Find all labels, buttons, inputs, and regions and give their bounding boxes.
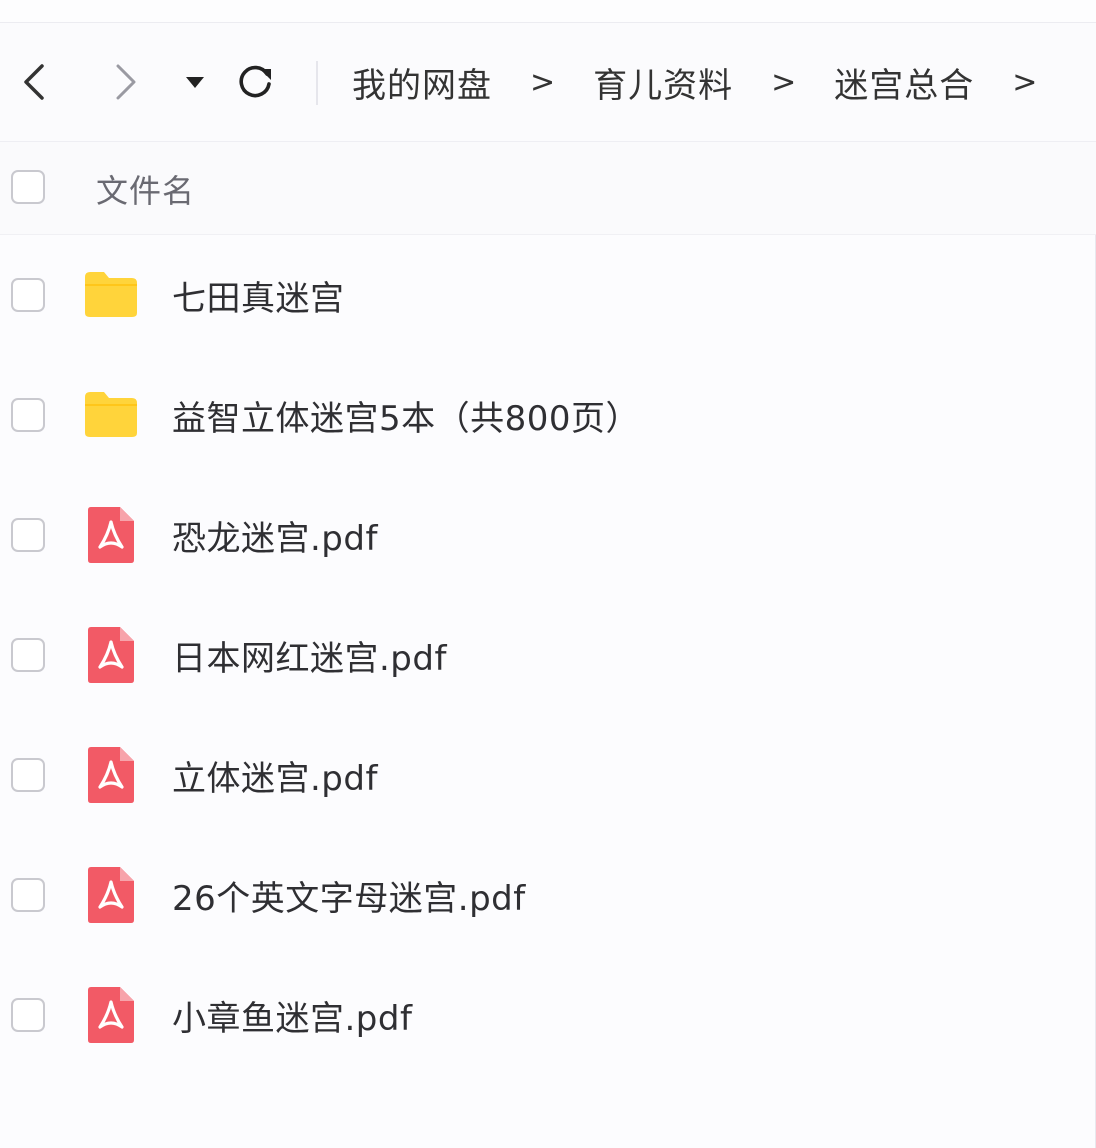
file-row[interactable]: 小章鱼迷宫.pdf — [0, 955, 1096, 1075]
select-all-checkbox[interactable] — [11, 170, 45, 204]
refresh-icon — [239, 65, 271, 98]
history-dropdown-button[interactable] — [172, 59, 218, 105]
breadcrumb: 我的网盘 > 育儿资料 > 迷宫总合 > — [352, 58, 1075, 107]
file-name: 益智立体迷宫5本（共800页） — [172, 399, 641, 439]
file-name: 立体迷宫.pdf — [172, 759, 378, 799]
column-header-filename[interactable]: 文件名 — [96, 166, 195, 212]
pdf-icon — [88, 507, 134, 563]
file-name: 七田真迷宫 — [172, 279, 345, 319]
file-name: 日本网红迷宫.pdf — [172, 639, 447, 679]
file-row[interactable]: 26个英文字母迷宫.pdf — [0, 835, 1096, 955]
file-name: 小章鱼迷宫.pdf — [172, 999, 413, 1039]
refresh-button[interactable] — [232, 59, 278, 105]
pdf-icon — [88, 747, 134, 803]
chevron-left-icon — [24, 64, 44, 100]
breadcrumb-separator: > — [1012, 64, 1038, 100]
breadcrumb-separator: > — [530, 64, 556, 100]
file-name: 恐龙迷宫.pdf — [172, 519, 378, 559]
back-button[interactable] — [12, 59, 58, 105]
row-checkbox[interactable] — [11, 278, 45, 312]
file-row[interactable]: 日本网红迷宫.pdf — [0, 595, 1096, 715]
file-browser-window: 我的网盘 > 育儿资料 > 迷宫总合 > 文件名 七田真迷宫 益智立体迷宫5本（… — [0, 0, 1096, 1148]
toolbar-divider — [316, 61, 318, 105]
row-checkbox[interactable] — [11, 518, 45, 552]
navigation-toolbar: 我的网盘 > 育儿资料 > 迷宫总合 > — [0, 23, 1096, 142]
row-checkbox[interactable] — [11, 398, 45, 432]
file-row[interactable]: 七田真迷宫 — [0, 235, 1096, 355]
file-row[interactable]: 恐龙迷宫.pdf — [0, 475, 1096, 595]
folder-icon — [85, 392, 137, 437]
file-row[interactable]: 益智立体迷宫5本（共800页） — [0, 355, 1096, 475]
breadcrumb-item-maze-collection[interactable]: 迷宫总合 — [834, 58, 974, 107]
file-row[interactable]: 立体迷宫.pdf — [0, 715, 1096, 835]
file-list-header: 文件名 — [0, 142, 1096, 235]
pdf-icon — [88, 987, 134, 1043]
breadcrumb-item-root[interactable]: 我的网盘 — [352, 58, 492, 107]
row-checkbox[interactable] — [11, 878, 45, 912]
chevron-right-icon — [116, 64, 136, 100]
row-checkbox[interactable] — [11, 998, 45, 1032]
pdf-icon — [88, 867, 134, 923]
pdf-icon — [88, 627, 134, 683]
caret-down-icon — [186, 77, 204, 88]
row-checkbox[interactable] — [11, 758, 45, 792]
window-top-strip — [0, 0, 1096, 23]
breadcrumb-separator: > — [771, 64, 797, 100]
forward-button[interactable] — [102, 59, 148, 105]
row-checkbox[interactable] — [11, 638, 45, 672]
breadcrumb-item-parenting[interactable]: 育儿资料 — [593, 58, 733, 107]
file-list: 七田真迷宫 益智立体迷宫5本（共800页） 恐龙迷宫.pdf 日本网红迷宫.pd… — [0, 235, 1096, 1075]
file-name: 26个英文字母迷宫.pdf — [172, 879, 526, 919]
folder-icon — [85, 272, 137, 317]
